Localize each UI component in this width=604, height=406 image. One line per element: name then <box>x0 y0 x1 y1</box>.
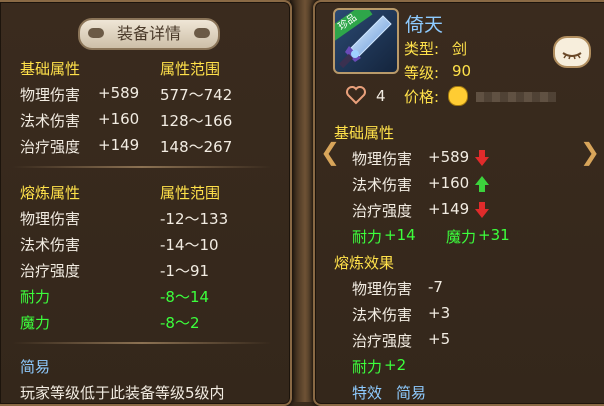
type-value: 剑 <box>452 40 468 58</box>
price-label: 价格: <box>404 88 440 106</box>
extra-stat-value: +14 <box>384 226 416 244</box>
refine-stat-range: -8～14 <box>160 288 210 306</box>
refine-stat-name: 治疗强度 <box>20 262 81 280</box>
refine-effect-value: -7 <box>428 278 443 296</box>
refine-stat-name: 法术伤害 <box>20 236 81 254</box>
panel-title-plate: 装备详情 <box>78 18 220 50</box>
item-name: 倚天 <box>405 14 444 36</box>
stat-value: +589 <box>98 84 140 102</box>
simple-link[interactable]: 简易 <box>396 382 426 403</box>
refine-stat-range: -14～10 <box>160 236 219 254</box>
compare-stat-name: 物理伤害 <box>352 150 413 168</box>
refine-effect-name: 物理伤害 <box>352 280 413 298</box>
stat-name: 物理伤害 <box>20 86 81 104</box>
view-toggle-button[interactable] <box>553 36 591 68</box>
basic-range-header: 属性范围 <box>160 60 221 78</box>
stat-range: 577～742 <box>160 86 233 104</box>
refine-range-header: 属性范围 <box>160 184 221 202</box>
next-arrow-icon[interactable]: ❯ <box>580 138 600 166</box>
refine-effect-value: +3 <box>428 304 451 322</box>
eye-icon <box>562 52 582 60</box>
simple-header: 简易 <box>20 358 51 376</box>
price-redacted <box>476 92 556 102</box>
stat-name: 治疗强度 <box>20 138 81 156</box>
stat-range: 128～166 <box>160 112 233 130</box>
refine-effect-name: 治疗强度 <box>352 332 413 350</box>
coin-icon <box>448 86 468 106</box>
down-arrow-icon <box>475 202 489 218</box>
compare-stat-name: 法术伤害 <box>352 176 413 194</box>
refine-attr-header: 熔炼属性 <box>20 184 81 202</box>
compare-stat-name: 治疗强度 <box>352 202 413 220</box>
title-ornament-right <box>194 28 210 38</box>
up-arrow-icon <box>475 176 489 192</box>
extra-stat-name: 魔力 <box>446 228 477 246</box>
compare-basic-header: 基础属性 <box>334 124 395 142</box>
refine-effect-name: 法术伤害 <box>352 306 413 324</box>
weapon-icon-frame[interactable]: 珍品 <box>333 8 399 74</box>
type-label: 类型: <box>404 40 440 58</box>
refine-effect-value: +5 <box>428 330 451 348</box>
extra-stat-value: +31 <box>478 226 510 244</box>
refine-stat-range: -12～133 <box>160 210 229 228</box>
panel-title: 装备详情 <box>116 24 181 43</box>
equipment-detail-panel: 装备详情 基础属性 属性范围 物理伤害 +589 577～742 法术伤害 +1… <box>0 0 292 406</box>
refine-extra-name: 耐力 <box>352 358 383 376</box>
refine-stat-name: 物理伤害 <box>20 210 81 228</box>
section-divider <box>12 166 272 168</box>
title-ornament-left <box>88 28 104 38</box>
compare-stat-value: +160 <box>428 174 470 192</box>
refine-stat-range: -8～2 <box>160 314 200 332</box>
refine-stat-name: 魔力 <box>20 314 51 332</box>
heart-icon[interactable] <box>345 85 367 105</box>
compare-stat-value: +589 <box>428 148 470 166</box>
stat-range: 148～267 <box>160 138 233 156</box>
effect-link[interactable]: 特效 <box>352 382 382 403</box>
stat-value: +160 <box>98 110 140 128</box>
like-count: 4 <box>376 87 386 105</box>
extra-stat-name: 耐力 <box>352 228 383 246</box>
stat-name: 法术伤害 <box>20 112 81 130</box>
refine-stat-range: -1～91 <box>160 262 210 280</box>
basic-attr-header: 基础属性 <box>20 60 81 78</box>
simple-description: 玩家等级低于此装备等级5级内 <box>20 384 225 402</box>
level-label: 等级: <box>404 64 440 82</box>
level-value: 90 <box>452 62 472 80</box>
stat-value: +149 <box>98 136 140 154</box>
compare-stat-value: +149 <box>428 200 470 218</box>
refine-effect-header: 熔炼效果 <box>334 254 395 272</box>
down-arrow-icon <box>475 150 489 166</box>
refine-extra-value: +2 <box>384 356 407 374</box>
refine-stat-name: 耐力 <box>20 288 51 306</box>
section-divider <box>12 342 272 344</box>
